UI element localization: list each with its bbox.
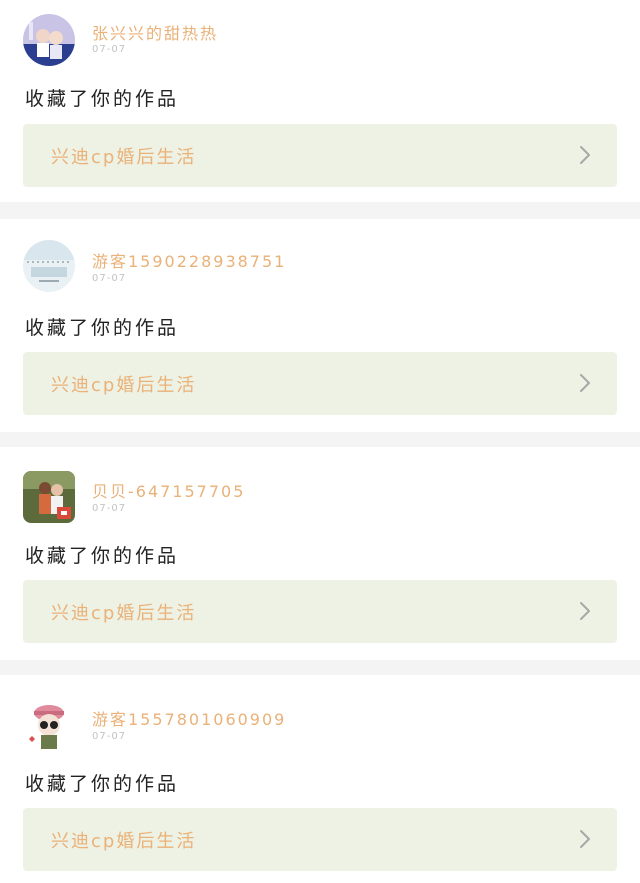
username[interactable]: 贝贝-647157705 [92,478,245,502]
notification-card: 游客15902289387​51 07-07 收藏了你的作品 兴迪cp婚后生活 [0,219,640,432]
work-title: 兴迪cp婚后生活 [51,831,197,852]
chevron-right-icon [573,599,597,623]
notification-card: 贝贝-647157705 07-07 收藏了你的作品 兴迪cp婚后生活 [0,447,640,660]
user-avatar[interactable] [23,699,75,751]
work-link[interactable]: 兴迪cp婚后生活 [23,580,617,643]
action-text: 收藏了你的作品 [25,317,180,339]
action-text: 收藏了你的作品 [25,773,180,795]
action-text: 收藏了你的作品 [25,545,180,567]
username[interactable]: 游客15902289387​51 [92,248,286,272]
work-link[interactable]: 兴迪cp婚后生活 [23,124,617,187]
username[interactable]: 张兴兴的甜热热 [92,20,218,44]
timestamp: 07-07 [92,44,127,55]
work-title: 兴迪cp婚后生活 [51,147,197,168]
chevron-right-icon [573,827,597,851]
chevron-right-icon [573,371,597,395]
chevron-right-icon [573,143,597,167]
avatar-two-people-photo-icon [23,471,75,523]
user-avatar[interactable] [23,240,75,292]
user-avatar[interactable] [23,14,75,66]
action-text: 收藏了你的作品 [25,88,180,110]
notification-card: 游客1557801060909 07-07 收藏了你的作品 兴迪cp婚后生活 [0,675,640,883]
notification-card: 张兴兴的甜热热 07-07 收藏了你的作品 兴迪cp婚后生活 [0,0,640,202]
username[interactable]: 游客1557801060909 [92,706,286,730]
timestamp: 07-07 [92,503,127,514]
work-title: 兴迪cp婚后生活 [51,603,197,624]
work-link[interactable]: 兴迪cp婚后生活 [23,352,617,415]
timestamp: 07-07 [92,273,127,284]
timestamp: 07-07 [92,731,127,742]
avatar-cartoon-girl-icon [23,699,75,751]
work-title: 兴迪cp婚后生活 [51,375,197,396]
avatar-light-blue-photo-icon [23,240,75,292]
avatar-couple-photo-icon [23,14,75,66]
work-link[interactable]: 兴迪cp婚后生活 [23,808,617,871]
user-avatar[interactable] [23,471,75,523]
